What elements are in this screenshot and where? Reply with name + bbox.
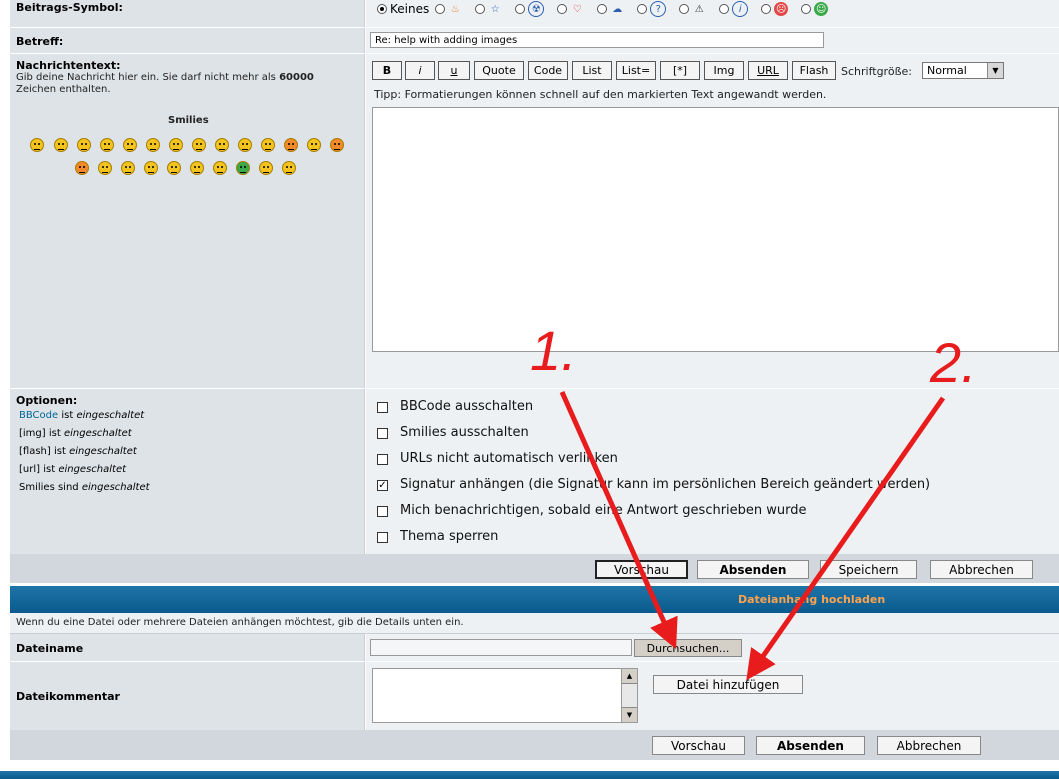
arrow-to-browse: [559, 390, 678, 650]
annotation-arrows: [559, 390, 946, 681]
arrow-to-add-file: [746, 396, 946, 681]
